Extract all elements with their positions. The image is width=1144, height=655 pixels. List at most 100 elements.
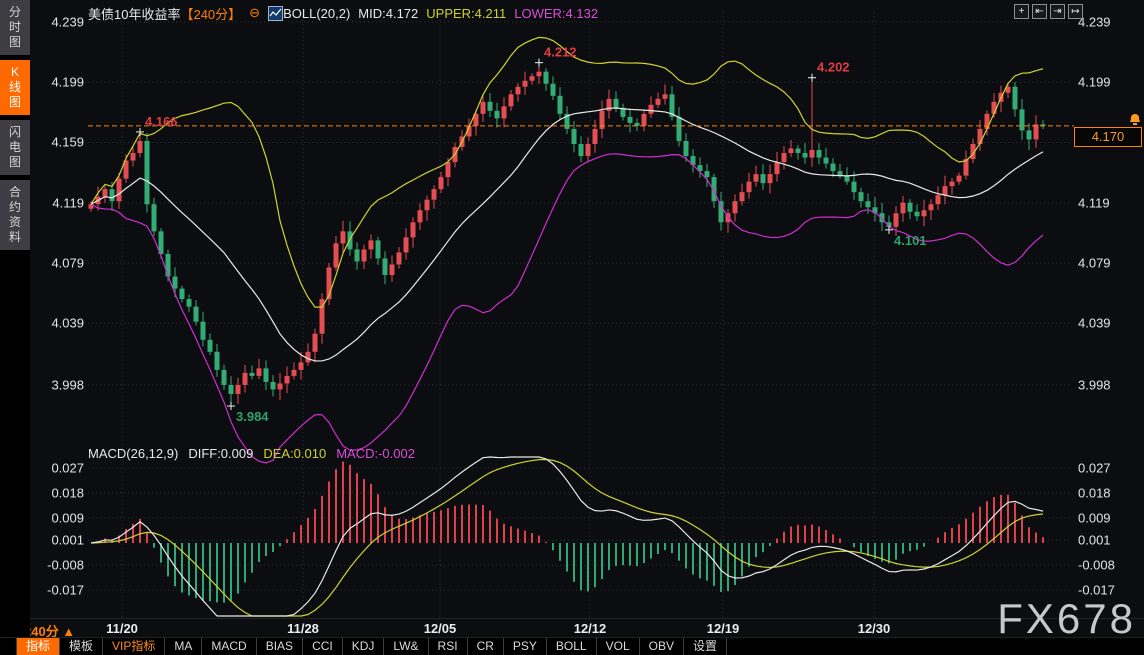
chart-app-window: 4.1663.9844.2124.2024.101 分时图K线图闪电图合约资料 … bbox=[0, 0, 1144, 655]
candle-body bbox=[985, 114, 990, 129]
low-price-annotation: 3.984 bbox=[236, 409, 269, 424]
kline-mini-icon bbox=[268, 6, 283, 21]
candle-body bbox=[824, 158, 829, 164]
candle-body bbox=[236, 385, 241, 394]
collapse-icon[interactable]: ⊖ bbox=[249, 5, 260, 21]
toolbar-button-[interactable]: 模板 bbox=[60, 638, 103, 655]
sidebar-tab-label: K线图 bbox=[8, 65, 22, 110]
macd-axis-label-left: 0.018 bbox=[51, 485, 84, 500]
compress-x-icon[interactable]: ⇤ bbox=[1032, 4, 1047, 19]
candle-body bbox=[922, 210, 927, 216]
candle-body bbox=[194, 307, 199, 322]
candle-body bbox=[509, 94, 514, 106]
candle-body bbox=[222, 370, 227, 385]
sidebar-tab-label: 分时图 bbox=[8, 5, 22, 50]
sidebar-tab-item[interactable]: 闪电图 bbox=[0, 120, 30, 175]
candle-body bbox=[796, 149, 801, 154]
candle-body bbox=[271, 382, 276, 390]
boll-upper-value: UPPER:4.211 bbox=[426, 6, 506, 21]
candle-body bbox=[894, 213, 899, 227]
macd-axis-label-left: -0.017 bbox=[47, 583, 84, 598]
candle-body bbox=[502, 106, 507, 118]
candle-body bbox=[579, 144, 584, 156]
toolbar-button-psy[interactable]: PSY bbox=[504, 638, 547, 655]
macd-macd-value: MACD:-0.002 bbox=[336, 446, 415, 461]
toolbar-button-cr[interactable]: CR bbox=[468, 638, 504, 655]
candle-body bbox=[950, 182, 955, 187]
macd-axis-label-left: 0.001 bbox=[51, 533, 84, 548]
macd-axis-label-left: 0.009 bbox=[51, 510, 84, 525]
candle-body bbox=[831, 164, 836, 172]
toolbar-button-vip[interactable]: VIP指标 bbox=[103, 638, 165, 655]
macd-header: MACD(26,12,9) DIFF:0.009 DEA:0.010 MACD:… bbox=[88, 446, 415, 461]
candle-body bbox=[649, 105, 654, 114]
toolbar-button-vol[interactable]: VOL bbox=[597, 638, 640, 655]
candle-body bbox=[145, 141, 150, 204]
macd-name-label: MACD(26,12,9) bbox=[88, 446, 178, 461]
candle-body bbox=[544, 72, 549, 84]
price-alert-bell-icon[interactable] bbox=[1129, 113, 1141, 131]
candle-body bbox=[1034, 124, 1039, 139]
candle-body bbox=[187, 299, 192, 307]
toolbar-button-macd[interactable]: MACD bbox=[202, 638, 256, 655]
date-axis-label: 12/05 bbox=[424, 621, 457, 636]
toolbar-button-[interactable]: 设置 bbox=[684, 638, 727, 655]
expand-x-icon[interactable]: ⇥ bbox=[1050, 4, 1065, 19]
candle-body bbox=[446, 162, 451, 177]
candle-body bbox=[299, 362, 304, 370]
candle-body bbox=[152, 204, 157, 231]
candle-body bbox=[495, 111, 500, 119]
toolbar-button-kdj[interactable]: KDJ bbox=[343, 638, 385, 655]
candle-body bbox=[1013, 87, 1018, 110]
candle-body bbox=[642, 114, 647, 126]
high-price-annotation: 4.202 bbox=[817, 60, 850, 75]
date-axis-label: 11/28 bbox=[287, 621, 319, 636]
sidebar-tab-item[interactable]: 分时图 bbox=[0, 0, 30, 55]
candle-body bbox=[341, 231, 346, 243]
period-badge[interactable]: 【240分】 bbox=[180, 4, 241, 23]
toolbar-button-ma[interactable]: MA bbox=[165, 638, 202, 655]
candle-body bbox=[138, 141, 143, 153]
fx678-watermark: FX678 bbox=[997, 595, 1136, 643]
candle-body bbox=[362, 249, 367, 261]
reset-scale-icon[interactable]: ↦ bbox=[1068, 4, 1083, 19]
high-price-annotation: 4.166 bbox=[145, 114, 178, 129]
main-axis-label-left: 4.039 bbox=[51, 316, 84, 331]
candle-body bbox=[201, 322, 206, 340]
candle-body bbox=[558, 96, 563, 114]
candle-body bbox=[929, 204, 934, 210]
candle-body bbox=[292, 370, 297, 376]
candle-body bbox=[761, 174, 766, 183]
date-axis-label: 12/12 bbox=[574, 621, 607, 636]
toolbar-button-bias[interactable]: BIAS bbox=[257, 638, 303, 655]
main-axis-label-left: 4.119 bbox=[52, 195, 84, 210]
candle-body bbox=[852, 182, 857, 193]
candle-body bbox=[243, 373, 248, 385]
candle-body bbox=[943, 186, 948, 195]
main-axis-label-left: 4.239 bbox=[51, 15, 84, 30]
candle-body bbox=[376, 240, 381, 258]
toolbar-button-[interactable]: 指标 bbox=[16, 638, 60, 655]
macd-axis-label-right: 0.027 bbox=[1078, 460, 1111, 475]
candle-body bbox=[936, 195, 941, 204]
main-axis-label-left: 3.998 bbox=[51, 377, 84, 392]
toolbar-button-obv[interactable]: OBV bbox=[640, 638, 684, 655]
candle-body bbox=[740, 192, 745, 201]
toolbar-button-rsi[interactable]: RSI bbox=[429, 638, 468, 655]
candle-body bbox=[908, 203, 913, 212]
candle-body bbox=[439, 177, 444, 189]
macd-diff-value: DIFF:0.009 bbox=[188, 446, 253, 461]
sidebar-tab-active[interactable]: K线图 bbox=[0, 60, 30, 115]
toolbar-button-cci[interactable]: CCI bbox=[303, 638, 343, 655]
candle-body bbox=[810, 150, 815, 158]
crosshair-icon[interactable]: + bbox=[1014, 4, 1029, 19]
chart-scale-controls: +⇤⇥↦ bbox=[1014, 4, 1083, 19]
candle-body bbox=[117, 179, 122, 202]
toolbar-button-boll[interactable]: BOLL bbox=[547, 638, 597, 655]
toolbar-button-lw[interactable]: LW& bbox=[384, 638, 428, 655]
candle-body bbox=[481, 102, 486, 114]
low-price-annotation: 4.101 bbox=[894, 233, 927, 248]
sidebar-tab-item[interactable]: 合约资料 bbox=[0, 180, 30, 250]
chart-canvas[interactable]: 4.1663.9844.2124.2024.101 bbox=[0, 0, 1144, 655]
candle-body bbox=[901, 203, 906, 214]
